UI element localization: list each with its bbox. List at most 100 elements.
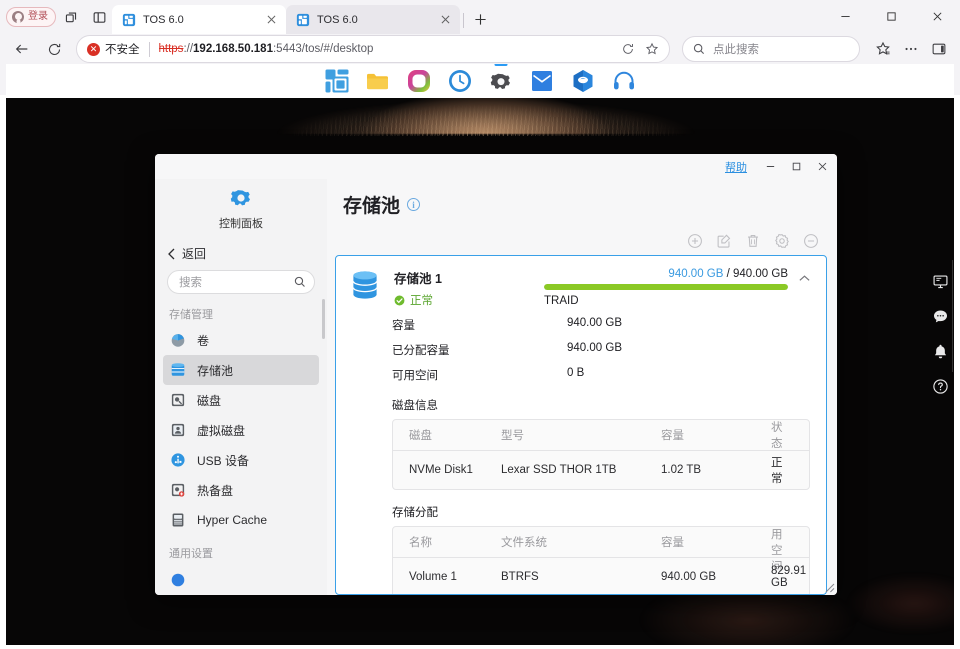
address-bar[interactable]: ✕ 不安全 https://192.168.50.181:5443/tos/#/… xyxy=(76,35,670,63)
raid-type: TRAID xyxy=(544,295,788,307)
tos-favicon xyxy=(296,13,310,27)
download-app-icon[interactable] xyxy=(570,68,596,94)
pool-field-available-key: 可用空间 xyxy=(392,367,567,383)
collapse-card-button[interactable] xyxy=(794,268,814,288)
browser-close-button[interactable] xyxy=(914,0,960,32)
file-manager-icon[interactable] xyxy=(365,68,391,94)
login-button[interactable]: 登录 xyxy=(6,7,56,27)
control-panel-icon[interactable] xyxy=(488,68,514,94)
status-badge: 正常 xyxy=(394,292,544,308)
alloc-cell-capacity: 940.00 GB xyxy=(661,571,771,583)
help-link[interactable]: 帮助 xyxy=(725,159,747,175)
sidebar-search-input[interactable]: 搜索 xyxy=(167,270,315,294)
collections-icon[interactable] xyxy=(870,36,896,62)
table-row[interactable]: NVMe Disk1 Lexar SSD THOR 1TB 1.02 TB 正常 xyxy=(393,451,809,489)
sidebar-section-general-title: 通用设置 xyxy=(155,543,327,565)
url-text: https://192.168.50.181:5443/tos/#/deskto… xyxy=(159,43,618,55)
more-horizontal-icon[interactable] xyxy=(898,36,924,62)
url-separator: :// xyxy=(183,43,193,55)
tab-strip: 登录 xyxy=(0,0,960,34)
storage-pool-identity: 存储池 1 正常 xyxy=(394,268,544,308)
mail-app-icon[interactable] xyxy=(529,68,555,94)
sidebar-item-volume[interactable]: 卷 xyxy=(163,326,319,356)
sidebar-item-usb-device[interactable]: USB 设备 xyxy=(163,445,319,475)
sidebar-item-hyper-cache[interactable]: Hyper Cache xyxy=(163,505,319,535)
window-resize-grip[interactable] xyxy=(822,580,835,593)
info-icon[interactable]: i xyxy=(407,198,420,211)
tos-minimize-button[interactable] xyxy=(757,155,783,179)
add-pool-button[interactable] xyxy=(686,232,703,249)
reload-icon[interactable] xyxy=(40,35,68,63)
check-circle-icon xyxy=(394,295,405,306)
storage-pool-details: 容量 940.00 GB 已分配容量 940.00 GB 可用空间 0 B xyxy=(336,317,826,595)
tos-maximize-button[interactable] xyxy=(783,155,809,179)
pool-field-allocated-key: 已分配容量 xyxy=(392,342,567,358)
browser-minimize-button[interactable] xyxy=(822,0,868,32)
sidebar-item-disk-label: 磁盘 xyxy=(197,392,221,409)
search-input[interactable]: 点此搜索 xyxy=(682,36,860,62)
support-app-icon[interactable] xyxy=(611,68,637,94)
search-icon xyxy=(294,276,306,288)
photos-app-icon[interactable] xyxy=(406,68,432,94)
split-screen-icon[interactable] xyxy=(86,4,112,30)
sidebar-toggle-icon[interactable] xyxy=(926,36,952,62)
sidebar-item-usb-device-label: USB 设备 xyxy=(197,452,249,469)
running-indicator xyxy=(494,64,507,66)
pool-field-capacity: 容量 940.00 GB xyxy=(392,317,810,333)
new-tab-button[interactable] xyxy=(467,6,493,32)
usb-device-icon xyxy=(169,451,187,469)
storage-pool-card-header: 存储池 1 正常 xyxy=(336,256,826,308)
usage-progress-fill xyxy=(544,284,788,290)
tabs: TOS 6.0 TOS 6.0 xyxy=(112,0,493,34)
pool-settings-button[interactable] xyxy=(773,232,790,249)
back-arrow-icon[interactable] xyxy=(8,35,36,63)
storage-allocation-title: 存储分配 xyxy=(392,504,810,520)
sidebar-item-volume-label: 卷 xyxy=(197,332,209,349)
hyper-cache-icon xyxy=(169,511,187,529)
remove-pool-button[interactable] xyxy=(802,232,819,249)
workspaces-icon[interactable] xyxy=(58,4,84,30)
sidebar-item-general-partial[interactable] xyxy=(163,565,319,595)
desktop-dock xyxy=(6,64,954,98)
browser-maximize-button[interactable] xyxy=(868,0,914,32)
delete-pool-button[interactable] xyxy=(744,232,761,249)
browser-tab-2-close-icon[interactable] xyxy=(438,13,452,27)
sidebar-item-disk[interactable]: 磁盘 xyxy=(163,385,319,415)
disk-info-cell-capacity: 1.02 TB xyxy=(661,464,771,476)
browser-tab-1[interactable]: TOS 6.0 xyxy=(112,5,286,34)
edit-pool-button[interactable] xyxy=(715,232,732,249)
table-row[interactable]: Volume 1 BTRFS 940.00 GB 829.91 GB xyxy=(393,558,809,595)
page-scrollbar[interactable] xyxy=(948,64,954,645)
alloc-cell-available: 829.91 GB xyxy=(771,565,806,589)
control-panel-window: 帮助 xyxy=(155,154,837,595)
security-indicator[interactable]: ✕ 不安全 xyxy=(87,41,140,57)
alloc-cell-filesystem: BTRFS xyxy=(501,571,661,583)
sidebar-item-storage-pool[interactable]: 存储池 xyxy=(163,355,319,385)
clock-app-icon[interactable] xyxy=(447,68,473,94)
sidebar-item-virtual-disk-label: 虚拟磁盘 xyxy=(197,422,245,439)
refresh-page-icon[interactable] xyxy=(617,38,639,60)
tiles-app-icon[interactable] xyxy=(324,68,350,94)
sidebar-item-hot-spare[interactable]: 热备盘 xyxy=(163,475,319,505)
star-icon[interactable] xyxy=(641,38,663,60)
browser-toolbar: ✕ 不安全 https://192.168.50.181:5443/tos/#/… xyxy=(0,34,960,64)
browser-tab-1-close-icon[interactable] xyxy=(264,13,278,27)
pool-field-available-value: 0 B xyxy=(567,367,810,383)
tos-close-button[interactable] xyxy=(809,155,835,179)
disk-info-col-status: 状态 xyxy=(771,419,793,451)
sidebar-scrollbar[interactable] xyxy=(322,299,325,339)
control-panel-header: 控制面板 xyxy=(155,181,327,241)
storage-pool-card[interactable]: 存储池 1 正常 xyxy=(335,255,827,595)
search-icon xyxy=(693,43,705,55)
sidebar-back-button[interactable]: 返回 xyxy=(155,241,327,268)
pool-field-available: 可用空间 0 B xyxy=(392,367,810,383)
virtual-disk-icon xyxy=(169,421,187,439)
alloc-col-capacity: 容量 xyxy=(661,534,771,550)
url-host: 192.168.50.181 xyxy=(193,43,273,55)
browser-tab-2[interactable]: TOS 6.0 xyxy=(286,5,460,34)
login-button-label: 登录 xyxy=(28,12,48,22)
sidebar-item-virtual-disk[interactable]: 虚拟磁盘 xyxy=(163,415,319,445)
page-title-row: 存储池 i xyxy=(335,179,827,218)
sidebar-search-placeholder: 搜索 xyxy=(179,274,288,290)
control-panel-label: 控制面板 xyxy=(219,215,263,231)
